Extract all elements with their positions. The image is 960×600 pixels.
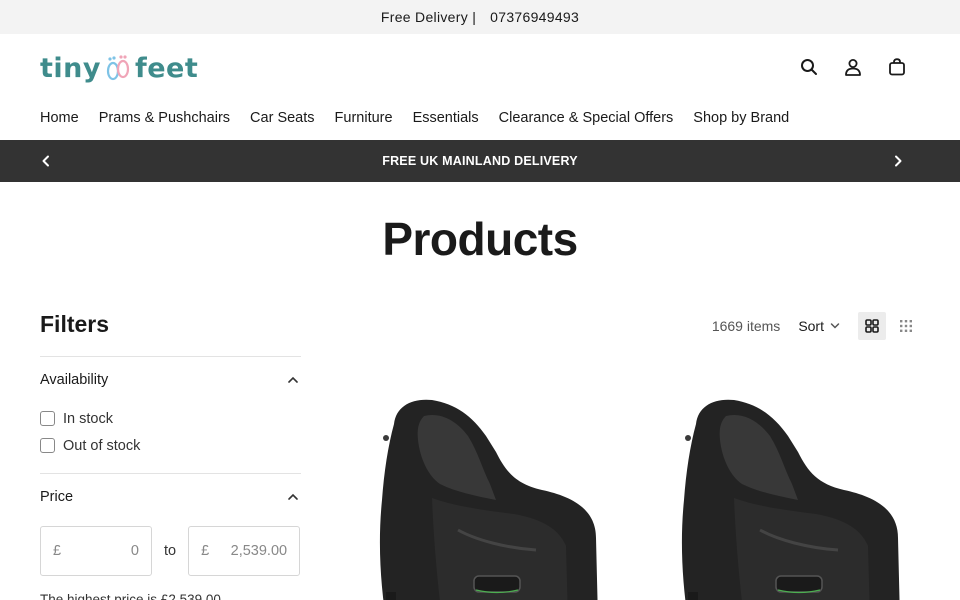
grid-large-icon[interactable] <box>858 312 886 340</box>
filter-out-of-stock-label: Out of stock <box>63 437 141 454</box>
availability-toggle[interactable]: Availability <box>40 357 301 403</box>
nav-item-furniture[interactable]: Furniture <box>335 110 393 126</box>
account-icon[interactable] <box>842 56 864 78</box>
site-header: tiny feet <box>0 34 960 100</box>
filter-out-of-stock[interactable]: Out of stock <box>40 432 301 459</box>
price-min-placeholder: 0 <box>130 543 139 559</box>
checkbox[interactable] <box>40 411 55 426</box>
announcement-phone[interactable]: 07376949493 <box>490 9 579 25</box>
nav-item-prams[interactable]: Prams & Pushchairs <box>99 110 230 126</box>
price-max-placeholder: 2,539.00 <box>230 543 288 559</box>
price-min-input[interactable]: £ 0 <box>40 526 152 576</box>
product-toolbar: 1669 items Sort <box>712 312 920 340</box>
car-seat-image[interactable] <box>346 380 606 600</box>
chevron-right-icon[interactable] <box>890 153 906 169</box>
currency-symbol: £ <box>53 543 62 559</box>
view-toggle <box>858 312 920 340</box>
nav-item-shop-by-brand[interactable]: Shop by Brand <box>693 110 789 126</box>
nav-item-essentials[interactable]: Essentials <box>413 110 479 126</box>
page-title: Products <box>382 213 578 265</box>
cart-icon[interactable] <box>886 56 908 78</box>
product-card[interactable] <box>648 380 908 600</box>
sort-label: Sort <box>798 318 824 334</box>
promo-text: FREE UK MAINLAND DELIVERY <box>382 154 578 168</box>
nav-item-home[interactable]: Home <box>40 110 79 126</box>
filter-in-stock-label: In stock <box>63 410 113 427</box>
filter-in-stock[interactable]: In stock <box>40 405 301 432</box>
search-icon[interactable] <box>798 56 820 78</box>
price-to-label: to <box>164 543 177 559</box>
product-card[interactable] <box>346 380 606 600</box>
currency-symbol: £ <box>201 543 210 559</box>
nav-item-clearance[interactable]: Clearance & Special Offers <box>499 110 674 126</box>
nav-item-car-seats[interactable]: Car Seats <box>250 110 314 126</box>
price-label: Price <box>40 489 74 505</box>
price-note: The highest price is £2,539.00 <box>40 592 221 600</box>
sort-dropdown[interactable]: Sort <box>798 318 840 334</box>
header-icons <box>798 56 908 78</box>
availability-label: Availability <box>40 372 109 388</box>
announcement-bar: Free Delivery | 07376949493 <box>0 0 960 34</box>
announcement-text: Free Delivery | <box>380 9 477 25</box>
logo[interactable]: tiny feet <box>40 51 198 85</box>
price-max-input[interactable]: £ 2,539.00 <box>188 526 301 576</box>
promo-bar: FREE UK MAINLAND DELIVERY <box>0 140 960 182</box>
grid-small-icon[interactable] <box>892 312 920 340</box>
chevron-up-icon <box>288 493 298 500</box>
car-seat-image[interactable] <box>648 380 908 600</box>
logo-text-feet: feet <box>134 52 199 84</box>
filters-heading: Filters <box>40 311 110 337</box>
chevron-down-icon <box>830 323 840 329</box>
item-count: 1669 items <box>711 318 781 334</box>
chevron-left-icon[interactable] <box>38 153 54 169</box>
logo-text-tiny: tiny <box>40 52 101 84</box>
price-toggle[interactable]: Price <box>40 474 301 520</box>
checkbox[interactable] <box>40 438 55 453</box>
footprints-icon <box>106 55 130 81</box>
main-nav: Home Prams & Pushchairs Car Seats Furnit… <box>40 110 789 126</box>
facet-availability: Availability In stock Out of stock <box>40 356 301 459</box>
chevron-up-icon <box>288 376 298 383</box>
facet-price: Price £ 0 to £ 2,539.00 The highest pric… <box>40 473 301 600</box>
